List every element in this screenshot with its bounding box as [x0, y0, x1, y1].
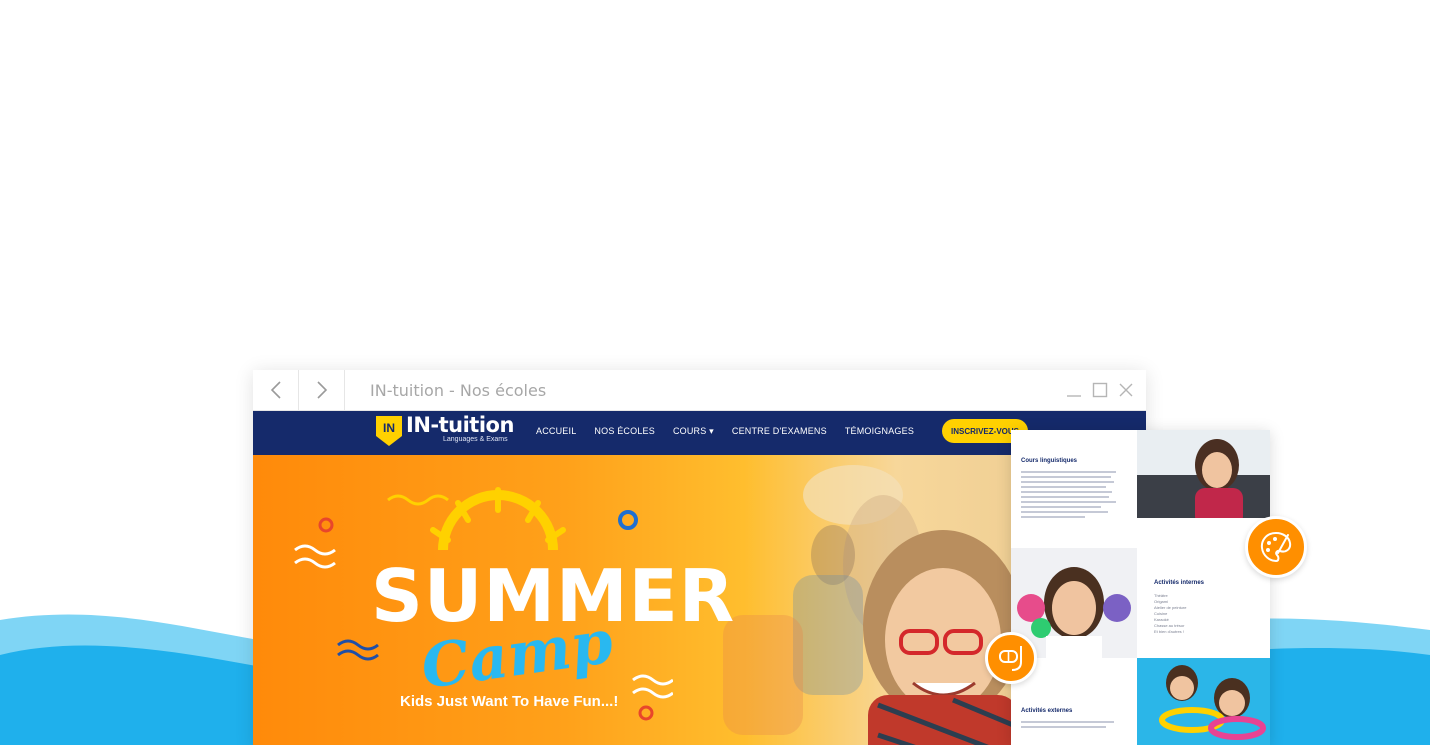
activities-card: Cours linguistiques Activités internes T… — [1011, 430, 1270, 745]
hero-tagline: Kids Just Want To Have Fun...! — [400, 693, 619, 710]
window-controls — [1066, 370, 1146, 410]
snorkel-badge — [985, 632, 1037, 684]
internes-item: Et bien d'autres ! — [1154, 629, 1184, 634]
main-menu: ACCUEIL NOS ÉCOLES COURS ▾ CENTRE D'EXAM… — [536, 426, 914, 437]
forward-button[interactable] — [299, 370, 345, 410]
site-logo[interactable]: IN IN-tuition Languages & Exams — [374, 414, 514, 448]
back-button[interactable] — [253, 370, 299, 410]
logo-name: IN-tuition — [406, 413, 514, 437]
palette-icon — [1260, 531, 1292, 563]
browser-toolbar: IN-tuition - Nos écoles — [253, 370, 1146, 411]
menu-item-accueil[interactable]: ACCUEIL — [536, 426, 576, 437]
chevron-right-icon — [316, 381, 327, 399]
close-icon — [1119, 383, 1133, 397]
maximize-button[interactable] — [1092, 382, 1108, 398]
chevron-left-icon — [270, 381, 281, 399]
snorkel-mask-icon — [999, 646, 1022, 671]
page: IN-tuition - Nos écoles IN IN-tuition La… — [0, 0, 1430, 745]
externes-title: Activités externes — [1021, 708, 1073, 714]
menu-item-temoignages[interactable]: TÉMOIGNAGES — [845, 426, 914, 437]
logo-tagline: Languages & Exams — [443, 436, 508, 443]
internes-block: Activités internes Théâtre Origami Ateli… — [1144, 570, 1270, 645]
externes-block: Activités externes — [1011, 698, 1137, 741]
cours-block: Cours linguistiques — [1011, 448, 1137, 531]
logo-text: IN-tuition Languages & Exams — [406, 414, 514, 443]
internes-title: Activités internes — [1154, 580, 1205, 586]
palette-badge — [1245, 516, 1307, 578]
minimize-icon — [1067, 395, 1081, 397]
hero-heading: SUMMER Camp — [371, 559, 734, 703]
menu-item-nos-ecoles[interactable]: NOS ÉCOLES — [594, 426, 655, 437]
window-title: IN-tuition - Nos écoles — [370, 380, 547, 400]
minimize-button[interactable] — [1066, 382, 1082, 398]
photo-pool-kids — [1137, 658, 1270, 745]
menu-item-centre-examens[interactable]: CENTRE D'EXAMENS — [732, 426, 827, 437]
menu-item-cours[interactable]: COURS ▾ — [673, 426, 714, 437]
logo-badge-text: IN — [383, 421, 395, 435]
close-button[interactable] — [1118, 382, 1134, 398]
maximize-icon — [1092, 382, 1108, 398]
cours-title: Cours linguistiques — [1021, 458, 1078, 464]
logo-shield-icon: IN — [376, 416, 402, 446]
